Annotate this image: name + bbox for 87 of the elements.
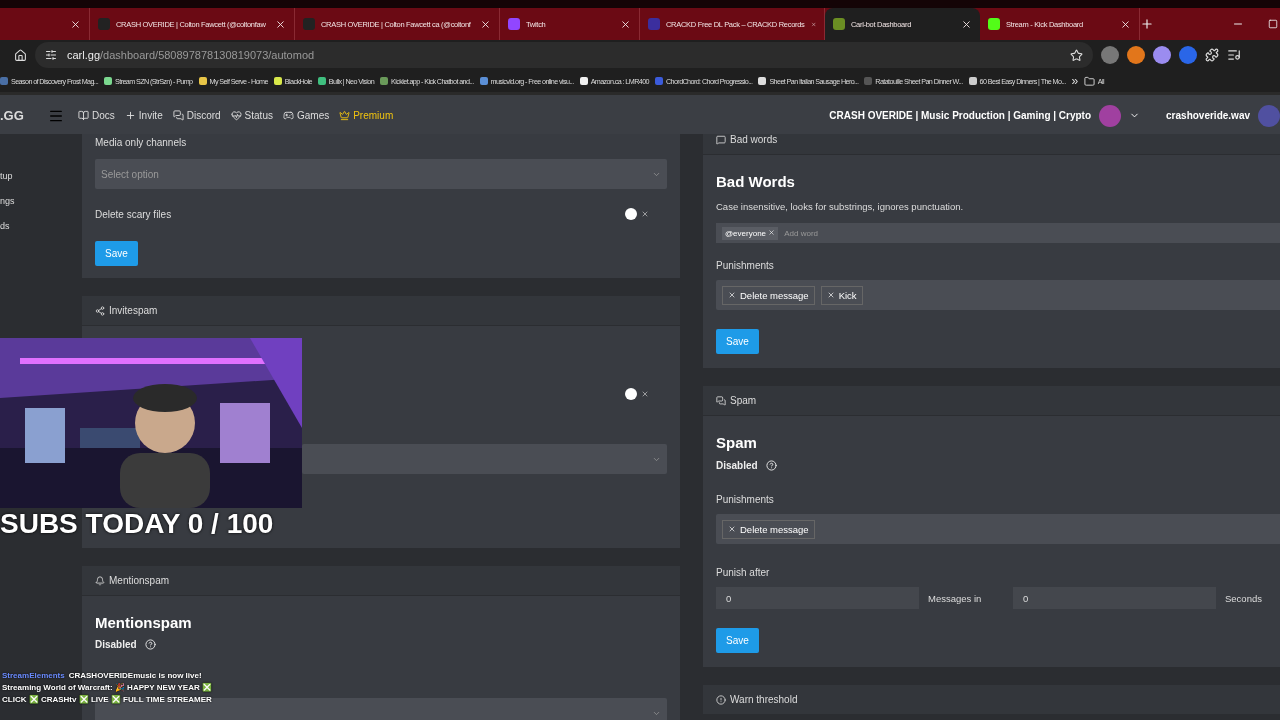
speech-bubbles-icon xyxy=(716,395,726,406)
nav-link[interactable]: Status xyxy=(230,110,273,121)
extension-icon[interactable] xyxy=(1101,46,1119,64)
tab-favicon-icon xyxy=(508,18,520,30)
book-icon xyxy=(78,110,89,121)
close-icon[interactable] xyxy=(70,18,81,30)
help-icon[interactable] xyxy=(765,460,777,471)
gamepad-icon xyxy=(282,110,294,121)
field-label: Punish after xyxy=(716,567,771,578)
nav-link[interactable]: Premium xyxy=(339,110,394,121)
chat-icon xyxy=(172,110,184,121)
unit-label: Messages in xyxy=(927,592,983,604)
server-avatar xyxy=(1099,104,1122,127)
user-avatar xyxy=(1258,104,1280,127)
new-tab-icon[interactable] xyxy=(1140,17,1154,31)
username: crashoveride.wav xyxy=(1166,110,1250,121)
punishments-select[interactable]: Delete message xyxy=(716,514,1280,544)
sidebar-item[interactable]: ngs xyxy=(0,196,82,206)
nav-link[interactable]: Discord xyxy=(172,110,221,121)
crown-icon xyxy=(339,110,351,121)
select-field[interactable] xyxy=(302,444,667,474)
card-title: Mentionspam xyxy=(95,614,193,631)
toggle-label: Delete scary files xyxy=(95,208,172,220)
field-label: Punishments xyxy=(716,260,775,271)
punishment-tag: Kick xyxy=(820,285,863,305)
number-field[interactable]: 0 xyxy=(1013,587,1216,609)
site-settings-icon[interactable] xyxy=(45,49,57,61)
subs-counter: SUBS TODAY 0 / 100 xyxy=(0,508,274,540)
nav-link[interactable]: Invite xyxy=(124,110,163,121)
server-name: CRASH OVERIDE | Music Production | Gaming | Crypto xyxy=(829,110,1092,121)
warning-icon xyxy=(716,694,726,705)
off-x-icon xyxy=(641,390,649,398)
card-header-title: Warn threshold xyxy=(730,694,798,705)
home-icon[interactable] xyxy=(14,48,27,62)
tab-favicon-icon xyxy=(988,18,1000,30)
logo: .GG xyxy=(0,108,25,123)
tab-favicon-icon xyxy=(98,18,110,30)
card-title: Bad Words xyxy=(716,173,796,190)
maximize-icon[interactable] xyxy=(1268,19,1278,29)
tab-favicon-icon xyxy=(648,18,660,30)
remove-icon[interactable] xyxy=(728,525,736,533)
close-icon[interactable] xyxy=(961,18,972,30)
close-icon[interactable] xyxy=(620,18,631,30)
punishment-tag: Delete message xyxy=(722,285,815,305)
address-bar[interactable]: carl.gg/dashboard/580897878130819073/automod xyxy=(35,42,1093,68)
tab-favicon-icon xyxy=(303,18,315,30)
nav-link[interactable]: Docs xyxy=(78,110,115,121)
folder-icon xyxy=(1083,75,1095,87)
help-icon[interactable] xyxy=(144,639,156,650)
close-icon[interactable] xyxy=(1120,18,1131,30)
status-text: Disabled xyxy=(716,460,758,471)
extension-icon[interactable] xyxy=(1153,46,1171,64)
speech-bubble-icon xyxy=(716,134,726,145)
field-label: Media only channels xyxy=(95,137,188,148)
card-header-title: Invitespam xyxy=(109,305,158,316)
punishments-select[interactable]: Delete message Kick xyxy=(716,280,1280,310)
unit-label: Seconds xyxy=(1224,592,1263,604)
extensions-icon[interactable] xyxy=(1205,48,1219,62)
sidebar-item[interactable]: tup xyxy=(0,171,82,181)
off-x-icon xyxy=(641,210,649,218)
tab-favicon-icon xyxy=(833,18,845,30)
word-chip[interactable]: @everyone xyxy=(722,226,779,240)
sidebar-item[interactable]: ds xyxy=(0,221,82,231)
close-icon[interactable] xyxy=(480,18,491,30)
heart-icon xyxy=(230,110,242,121)
number-field[interactable]: 0 xyxy=(716,587,919,609)
status-text: Disabled xyxy=(95,639,137,650)
bell-icon xyxy=(95,575,105,586)
description: Case insensitive, looks for substrings, ignores punctuation. xyxy=(716,201,965,212)
star-icon[interactable] xyxy=(1070,48,1083,62)
punishment-tag: Delete message xyxy=(722,519,815,539)
remove-icon[interactable] xyxy=(826,291,835,299)
share-icon xyxy=(95,305,105,316)
media-icon[interactable] xyxy=(1227,48,1241,62)
card-header-title: Spam xyxy=(730,395,757,406)
word-tag-field[interactable]: @everyone Add word xyxy=(716,223,1280,243)
more-bookmarks-button[interactable]: » xyxy=(1071,74,1078,88)
field-label: Punishments xyxy=(716,494,775,505)
card-header-title: Bad words xyxy=(730,134,778,145)
remove-icon[interactable] xyxy=(768,228,776,236)
nav-link[interactable]: Games xyxy=(282,110,330,121)
card-title: Spam xyxy=(716,434,758,451)
close-icon[interactable] xyxy=(275,18,286,30)
chat-message: StreamElements CRASHOVERIDEmusic is now live! Streaming World of Warcraft: 🎉 HAPPY NEW YEAR ❎ CLICK ❎ CRASHtv ❎ LIVE ❎ FULL TIME STREAMER xyxy=(2,670,213,706)
remove-icon[interactable] xyxy=(728,291,736,299)
card-header-title: Mentionspam xyxy=(109,575,170,586)
plus-icon xyxy=(124,110,136,121)
